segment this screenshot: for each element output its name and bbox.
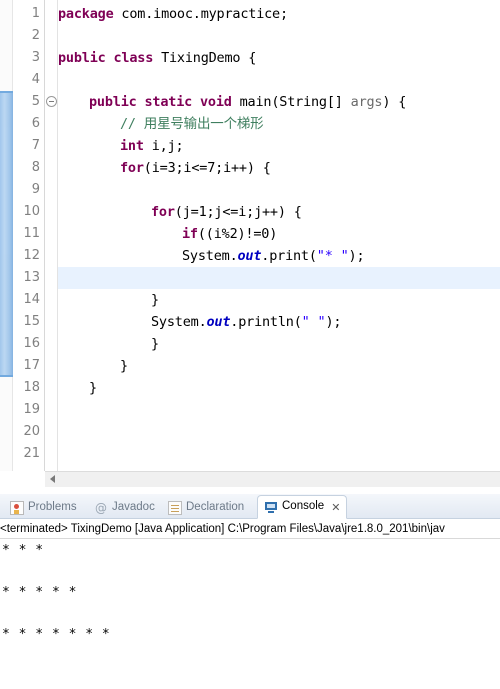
line-number: 2 bbox=[31, 28, 40, 43]
line-number: 1 bbox=[31, 6, 40, 21]
editor-horizontal-scrollbar[interactable] bbox=[45, 471, 500, 487]
code-line[interactable]: if((i%2)!=0) bbox=[182, 223, 277, 245]
code-token-pln: } bbox=[120, 358, 128, 374]
code-token-str: " " bbox=[301, 314, 326, 330]
code-line[interactable]: } bbox=[151, 289, 159, 311]
code-token-pln: (j=1;j<=i;j++) { bbox=[174, 204, 302, 220]
code-token-pln: ((i%2)!=0) bbox=[197, 226, 278, 242]
fold-collapse-icon[interactable] bbox=[46, 96, 57, 107]
tab-label: Declaration bbox=[186, 500, 245, 513]
code-line[interactable]: for(i=3;i<=7;i++) { bbox=[120, 157, 271, 179]
line-number: 5 bbox=[31, 94, 40, 109]
line-number: 12 bbox=[23, 248, 40, 263]
code-token-pln: } bbox=[151, 336, 159, 352]
javadoc-icon: @ bbox=[95, 500, 107, 515]
scroll-left-arrow-icon[interactable] bbox=[50, 475, 55, 483]
line-number: 14 bbox=[23, 292, 40, 307]
code-token-cmt: // 用星号输出一个梯形 bbox=[120, 116, 264, 132]
code-token-pln: com.imooc.mypractice; bbox=[113, 6, 288, 22]
tab-label: Console bbox=[282, 500, 325, 513]
editor-bottom-spacer bbox=[0, 487, 500, 494]
code-line[interactable]: System.out.print("* "); bbox=[182, 245, 365, 267]
console-output-line: * * * * * bbox=[2, 585, 86, 600]
line-number: 3 bbox=[31, 50, 40, 65]
code-token-str: "* " bbox=[316, 248, 349, 264]
current-line-highlight bbox=[58, 267, 500, 289]
line-number: 18 bbox=[23, 380, 40, 395]
code-token-kw: public class bbox=[58, 50, 154, 66]
code-token-kw: package bbox=[58, 6, 114, 22]
line-number: 11 bbox=[23, 226, 40, 241]
line-number: 13 bbox=[23, 270, 40, 285]
code-token-pln: main( bbox=[231, 94, 280, 110]
code-token-pln: TixingDemo { bbox=[153, 50, 257, 66]
code-token-pln: System. bbox=[182, 248, 238, 264]
code-token-pln: .print( bbox=[261, 248, 317, 264]
code-text-area[interactable]: package com.imooc.mypractice; public clas… bbox=[58, 0, 500, 471]
console-output-line: * * * * * * * bbox=[2, 627, 119, 642]
console-icon bbox=[264, 500, 278, 514]
code-token-kw: for bbox=[120, 160, 144, 176]
code-token-pln: ); bbox=[325, 314, 342, 330]
console-view: Problems @ Javadoc Declaration Console ✕ <ter… bbox=[0, 494, 500, 689]
code-line[interactable]: for(j=1;j<=i;j++) { bbox=[151, 201, 302, 223]
line-number: 6 bbox=[31, 116, 40, 131]
code-token-kw: if bbox=[182, 226, 198, 242]
code-line[interactable]: } bbox=[89, 377, 97, 399]
tab-problems[interactable]: Problems bbox=[4, 496, 83, 519]
code-token-par: args bbox=[350, 94, 383, 110]
line-number: 19 bbox=[23, 402, 40, 417]
code-token-pln: ); bbox=[348, 248, 365, 264]
code-folding-column[interactable] bbox=[45, 0, 58, 471]
code-token-pln: i,j; bbox=[143, 138, 184, 154]
code-token-pln: } bbox=[151, 292, 159, 308]
line-number: 10 bbox=[23, 204, 40, 219]
code-token-fld: out bbox=[237, 248, 262, 264]
console-status-line: <terminated> TixingDemo [Java Applicatio… bbox=[0, 520, 500, 539]
console-output[interactable]: * * * * * * * * * * * * * * * bbox=[0, 540, 500, 689]
view-tab-bar: Problems @ Javadoc Declaration Console ✕ bbox=[0, 494, 500, 519]
code-token-kw: for bbox=[151, 204, 175, 220]
code-token-pln: System. bbox=[151, 314, 207, 330]
code-token-fld: out bbox=[206, 314, 231, 330]
line-number: 20 bbox=[23, 424, 40, 439]
code-line[interactable]: } bbox=[151, 333, 159, 355]
line-number: 8 bbox=[31, 160, 40, 175]
declaration-icon bbox=[168, 500, 182, 515]
line-number: 7 bbox=[31, 138, 40, 153]
line-number: 9 bbox=[31, 182, 40, 197]
problems-icon bbox=[10, 500, 24, 515]
code-token-kw: public static void bbox=[89, 94, 232, 110]
tab-declaration[interactable]: Declaration bbox=[162, 496, 250, 519]
tab-console[interactable]: Console ✕ bbox=[257, 495, 348, 519]
code-token-pln: } bbox=[89, 380, 97, 396]
line-number: 17 bbox=[23, 358, 40, 373]
line-number: 21 bbox=[23, 446, 40, 461]
code-token-pln: ) { bbox=[382, 94, 407, 110]
console-output-line: * * * bbox=[2, 543, 52, 558]
code-line[interactable]: int i,j; bbox=[120, 135, 184, 157]
line-number: 16 bbox=[23, 336, 40, 351]
line-number: 15 bbox=[23, 314, 40, 329]
java-source-editor[interactable]: 1 2 3 4 5 6 7 8 9 10 11 12 13 14 15 16 17 18 19 20 21 packag… bbox=[0, 0, 500, 494]
code-line[interactable]: System.out.println(" "); bbox=[151, 311, 342, 333]
code-line[interactable]: // 用星号输出一个梯形 bbox=[120, 113, 264, 135]
code-token-pln: (i=3;i<=7;i++) { bbox=[143, 160, 271, 176]
tab-javadoc[interactable]: @ Javadoc bbox=[88, 496, 161, 519]
line-number-ruler: 1 2 3 4 5 6 7 8 9 10 11 12 13 14 15 16 17 18 19 20 21 bbox=[13, 0, 45, 471]
code-token-pln: String[] bbox=[279, 94, 351, 110]
code-line[interactable]: public static void main(String[] args) { bbox=[89, 91, 406, 113]
line-number: 4 bbox=[31, 72, 40, 87]
code-line[interactable]: } bbox=[120, 355, 128, 377]
code-line[interactable]: public class TixingDemo { bbox=[58, 47, 256, 69]
tab-label: Javadoc bbox=[112, 500, 155, 513]
code-token-pln: .println( bbox=[230, 314, 302, 330]
code-token-kw: int bbox=[120, 138, 144, 154]
tab-label: Problems bbox=[28, 500, 77, 513]
tab-close-icon[interactable]: ✕ bbox=[331, 502, 340, 513]
code-line[interactable]: package com.imooc.mypractice; bbox=[58, 3, 288, 25]
